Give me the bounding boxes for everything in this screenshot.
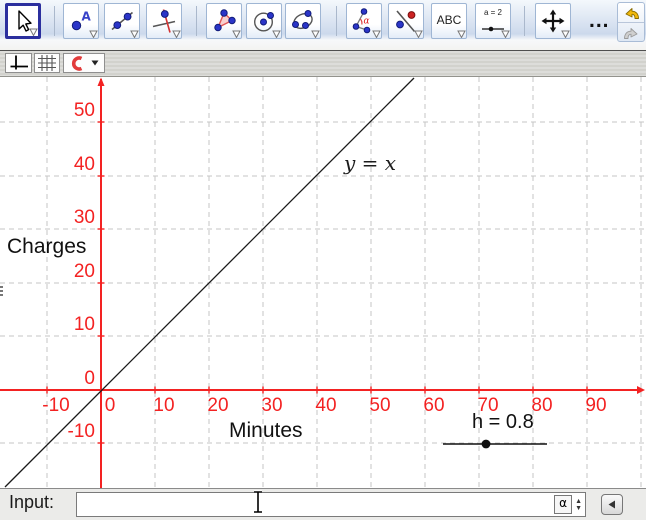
slider-tool-label: a = 2 <box>476 8 510 17</box>
y-axis-title[interactable]: Charges <box>7 235 86 259</box>
geogebra-window: A <box>0 0 646 520</box>
graph-canvas <box>0 77 646 488</box>
algebra-input[interactable] <box>77 493 554 516</box>
x-axis-title[interactable]: Minutes <box>229 419 303 443</box>
undo-button[interactable] <box>618 3 644 22</box>
main-toolbar: A <box>0 0 646 51</box>
chevron-down-icon <box>91 60 99 66</box>
x-tick-label: 50 <box>360 395 400 417</box>
tool-angle-button[interactable]: α <box>346 3 382 39</box>
text-tool-label: ABC <box>432 13 466 27</box>
y-tick-label: 30 <box>0 208 95 228</box>
chevron-down-icon <box>311 30 320 38</box>
y-tick-label: 50 <box>0 101 95 121</box>
chevron-down-icon <box>372 30 381 38</box>
tool-move-button[interactable] <box>5 3 41 39</box>
triangle-left-icon <box>608 500 616 509</box>
redo-button[interactable] <box>618 23 644 42</box>
more-tools-button[interactable]: ... <box>583 3 615 39</box>
undo-redo-group <box>617 2 645 42</box>
toolbar-separator <box>336 6 337 36</box>
tool-reflect-button[interactable] <box>388 3 424 39</box>
toggle-axes-button[interactable] <box>5 53 32 73</box>
x-tick-label: 30 <box>252 395 292 417</box>
chevron-down-icon <box>232 30 241 38</box>
grid-lines <box>0 77 646 488</box>
x-tick-label: 90 <box>576 395 616 417</box>
x-tick-label: -10 <box>36 395 76 417</box>
tool-line-button[interactable] <box>104 3 140 39</box>
tool-point-button[interactable]: A <box>63 3 99 39</box>
axes-icon <box>8 54 30 72</box>
y-tick-label: -10 <box>0 422 95 442</box>
input-help-toggle-button[interactable] <box>601 494 623 515</box>
spinner-up-icon: ▲ <box>575 498 582 505</box>
tool-ellipse-button[interactable] <box>285 3 321 39</box>
tool-polygon-button[interactable] <box>206 3 242 39</box>
chevron-down-icon <box>561 30 570 38</box>
toolbar-separator <box>524 6 525 36</box>
toolbar-separator <box>54 6 55 36</box>
x-tick-label: 60 <box>414 395 454 417</box>
input-history-spinner[interactable]: ▲ ▼ <box>575 498 582 512</box>
input-bar: Input: α ▲ ▼ <box>0 488 646 520</box>
input-label: Input: <box>9 492 54 513</box>
tool-slider-button[interactable]: a = 2 <box>475 3 511 39</box>
slider-h-handle[interactable] <box>482 440 491 449</box>
tool-move-view-button[interactable] <box>535 3 571 39</box>
tool-text-button[interactable]: ABC <box>431 3 467 39</box>
chevron-down-icon <box>89 30 98 38</box>
point-capturing-magnet-icon <box>69 55 86 72</box>
axes <box>0 78 645 489</box>
svg-text:α: α <box>364 17 370 27</box>
greek-letters-button[interactable]: α <box>554 495 572 514</box>
function-label[interactable]: y = x <box>344 151 396 175</box>
y-tick-label: 10 <box>0 315 95 335</box>
slider-h <box>443 440 547 449</box>
slider-label[interactable]: h = 0.8 <box>472 411 534 434</box>
y-tick-label: 20 <box>0 262 95 282</box>
svg-text:A: A <box>82 10 92 24</box>
chevron-down-icon <box>172 30 181 38</box>
chevron-down-icon <box>29 28 38 36</box>
chevron-down-icon <box>501 30 510 38</box>
y-tick-label: 40 <box>0 155 95 175</box>
toggle-grid-button[interactable] <box>34 53 60 73</box>
chevron-down-icon <box>414 30 423 38</box>
tool-circle-button[interactable] <box>246 3 282 39</box>
input-field-wrap: α ▲ ▼ <box>76 492 586 517</box>
grid-icon <box>37 54 57 72</box>
x-tick-label: 0 <box>90 395 130 417</box>
chevron-down-icon <box>272 30 281 38</box>
chevron-down-icon <box>130 30 139 38</box>
x-tick-label: 10 <box>144 395 184 417</box>
y-tick-label: 0 <box>0 369 95 389</box>
spinner-down-icon: ▼ <box>575 505 582 512</box>
toolbar-separator <box>196 6 197 36</box>
x-tick-label: 20 <box>198 395 238 417</box>
panel-edge-handle <box>0 286 3 296</box>
point-capturing-button[interactable] <box>63 53 105 73</box>
redo-icon <box>623 26 640 40</box>
graphics-view-stylebar <box>0 51 646 77</box>
graphics-view[interactable]: -10 0 10 20 30 40 50 60 70 80 90 50 40 3… <box>0 77 646 488</box>
tool-perpendicular-line-button[interactable] <box>146 3 182 39</box>
chevron-down-icon <box>457 30 466 38</box>
undo-icon <box>623 6 640 20</box>
x-tick-label: 40 <box>306 395 346 417</box>
